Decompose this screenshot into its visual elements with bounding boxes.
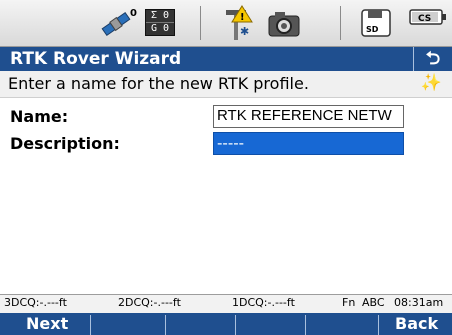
svg-text:!: ! (240, 12, 245, 23)
cs-battery-icon[interactable]: CS (408, 4, 448, 42)
back-arrow-icon[interactable]: ⮌ (413, 47, 452, 71)
svg-text:CS: CS (418, 14, 431, 24)
svg-text:0: 0 (130, 8, 137, 19)
description-label: Description: (10, 134, 120, 153)
softkey-separator (165, 315, 166, 335)
instruction-bar: Enter a name for the new RTK profile. ✨ (0, 71, 452, 98)
wizard-wand-icon: ✨ (420, 73, 442, 93)
satellite-icon[interactable]: 0 (100, 4, 140, 42)
softkey-separator (305, 315, 306, 335)
input-mode-indicator: ABC (362, 296, 385, 309)
sat-count-total: Σ 0 (146, 10, 174, 23)
title-bar: RTK Rover Wizard ⮌ (0, 47, 452, 71)
status-separator (200, 6, 201, 40)
svg-text:✱: ✱ (240, 25, 249, 38)
dcq3-value: 3DCQ:-.---ft (4, 296, 67, 309)
window-title: RTK Rover Wizard (10, 49, 182, 69)
quality-readouts: 3DCQ:-.---ft 2DCQ:-.---ft 1DCQ:-.---ft F… (0, 294, 452, 312)
fn-indicator: Fn (342, 296, 356, 309)
camera-icon[interactable] (266, 4, 302, 42)
satellite-count-panel[interactable]: Σ 0 G 0 (145, 9, 175, 36)
status-separator (340, 6, 341, 40)
sat-count-gps: G 0 (150, 23, 170, 34)
softkey-separator (90, 315, 91, 335)
next-button[interactable]: Next (26, 313, 68, 335)
description-field[interactable]: ----- (213, 132, 404, 155)
status-bar: 0 Σ 0 G 0 ! ✱ SD CS (0, 0, 452, 47)
softkey-separator (378, 315, 379, 335)
softkey-separator (235, 315, 236, 335)
svg-text:SD: SD (366, 25, 379, 34)
sd-card-icon[interactable]: SD (358, 4, 394, 42)
dcq1-value: 1DCQ:-.---ft (232, 296, 295, 309)
softkey-bar: Next Back (0, 313, 452, 335)
clock: 08:31am (394, 296, 444, 309)
antenna-warning-icon[interactable]: ! ✱ (222, 4, 256, 42)
name-label: Name: (10, 107, 69, 126)
dcq2-value: 2DCQ:-.---ft (118, 296, 181, 309)
back-button[interactable]: Back (395, 313, 438, 335)
name-field[interactable]: RTK REFERENCE NETW (213, 105, 404, 128)
instruction-text: Enter a name for the new RTK profile. (8, 74, 309, 93)
